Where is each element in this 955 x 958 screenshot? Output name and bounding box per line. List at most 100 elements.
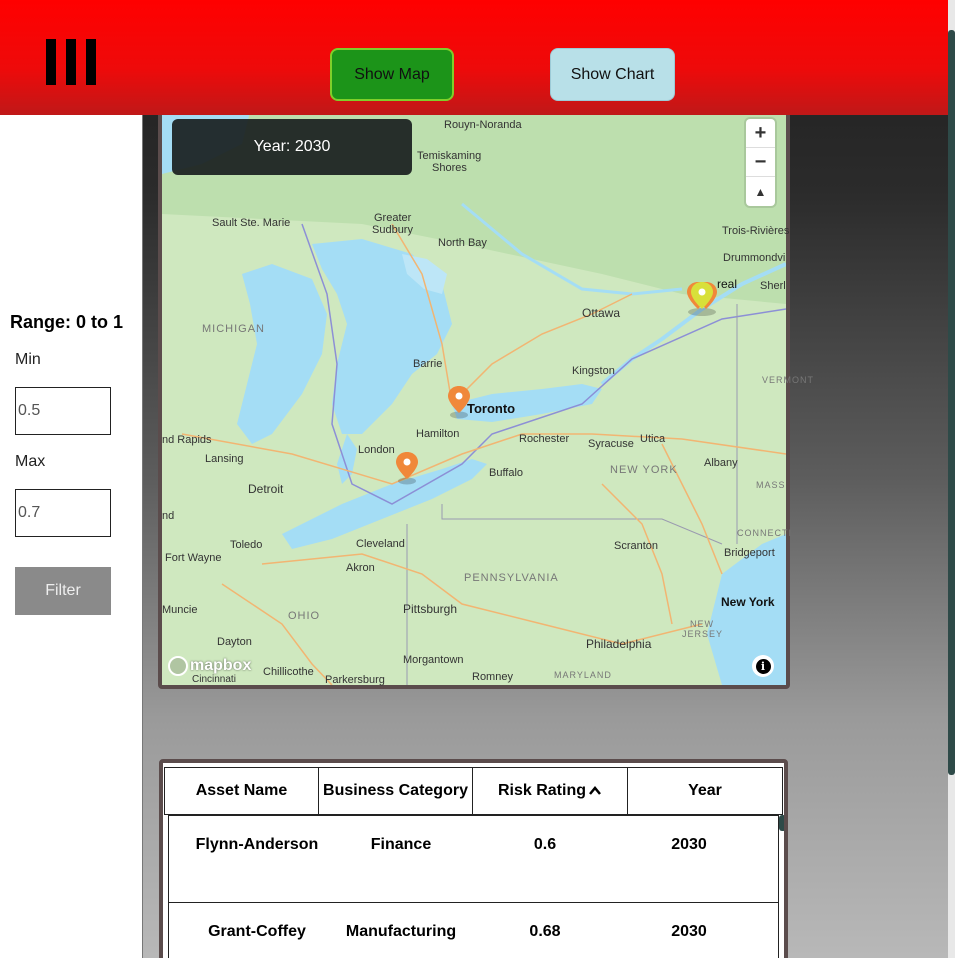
map-label: Philadelphia bbox=[586, 637, 652, 651]
map-label: Albany bbox=[704, 457, 738, 469]
app-header: Show Map Show Chart bbox=[0, 0, 948, 115]
map-label: MASS bbox=[756, 480, 786, 490]
filter-button[interactable]: Filter bbox=[15, 567, 111, 615]
mapbox-logo-text: mapbox bbox=[190, 657, 252, 674]
map-container[interactable] bbox=[158, 100, 790, 689]
map-label: Fort Wayne bbox=[165, 552, 222, 564]
map-label: VERMONT bbox=[762, 375, 814, 385]
table-scrollbar-thumb[interactable] bbox=[779, 815, 784, 831]
map-label: nd bbox=[162, 510, 175, 522]
map-label: Utica bbox=[640, 433, 666, 445]
map-label: MICHIGAN bbox=[202, 323, 265, 335]
map-label: Barrie bbox=[413, 358, 443, 370]
hamburger-menu-icon[interactable] bbox=[46, 39, 96, 85]
max-input[interactable] bbox=[15, 489, 111, 537]
year-overlay: Year: 2030 bbox=[172, 119, 412, 175]
show-map-button[interactable]: Show Map bbox=[330, 48, 454, 101]
map-label: Sault Ste. Marie bbox=[212, 217, 291, 229]
map-label: NEW YORK bbox=[610, 464, 678, 476]
show-chart-button[interactable]: Show Chart bbox=[550, 48, 675, 101]
map-label: Bridgeport bbox=[724, 547, 775, 559]
cell-risk-rating: 0.6 bbox=[533, 836, 557, 853]
map-label: PENNSYLVANIA bbox=[464, 572, 559, 584]
map-marker-cluster-icon[interactable] bbox=[684, 281, 720, 317]
map-label: Parkersburg bbox=[325, 674, 385, 686]
min-label: Min bbox=[15, 351, 41, 368]
cell-business-category: Finance bbox=[370, 836, 432, 853]
map-label: JERSEY bbox=[682, 629, 724, 639]
filter-sidebar: Range: 0 to 1 Min Max Filter bbox=[0, 115, 143, 958]
map-label: Toledo bbox=[230, 539, 263, 551]
map-label: NEW bbox=[690, 619, 714, 629]
menu-bar bbox=[66, 39, 76, 85]
cell-asset-name: Grant-Coffey bbox=[208, 923, 306, 940]
map-label: OHIO bbox=[288, 610, 321, 622]
map-label: Cleveland bbox=[356, 538, 405, 550]
max-label: Max bbox=[15, 453, 46, 470]
cell-business-category: Manufacturing bbox=[345, 923, 457, 940]
compass-button[interactable]: ▲ bbox=[746, 177, 775, 206]
map-label: Lansing bbox=[205, 453, 244, 465]
map-label: Morgantown bbox=[403, 654, 464, 666]
table-scrollbar-track[interactable] bbox=[779, 815, 784, 958]
risk-rating-label: Risk Rating bbox=[497, 782, 586, 799]
map-label: Buffalo bbox=[489, 467, 524, 479]
column-header-business-category[interactable]: Business Category bbox=[318, 767, 473, 815]
map-label: Kingston bbox=[572, 365, 615, 377]
map-label: CONNECTI bbox=[737, 528, 792, 538]
map-label: Akron bbox=[346, 562, 375, 574]
map-label: Drummondvi bbox=[723, 252, 786, 264]
map-label: Greater bbox=[374, 212, 412, 224]
map-label: Trois-Rivières bbox=[722, 225, 790, 237]
column-header-year[interactable]: Year bbox=[627, 767, 783, 815]
map-label: North Bay bbox=[438, 237, 487, 249]
table-row[interactable]: Flynn-Anderson Finance 0.6 2030 bbox=[168, 815, 779, 903]
zoom-in-button[interactable]: + bbox=[746, 119, 775, 148]
range-title: Range: 0 to 1 bbox=[10, 312, 124, 332]
info-icon: i bbox=[755, 658, 771, 674]
menu-bar bbox=[46, 39, 56, 85]
map-label: Hamilton bbox=[416, 428, 460, 440]
map-label: Syracuse bbox=[588, 438, 634, 450]
map-label: London bbox=[358, 444, 395, 456]
map-label: Toronto bbox=[467, 401, 516, 416]
page-scrollbar-thumb[interactable] bbox=[948, 30, 955, 775]
map-label: Chillicothe bbox=[263, 666, 314, 678]
map-label: Shores bbox=[432, 162, 467, 174]
cell-risk-rating: 0.68 bbox=[529, 923, 561, 940]
map-navigation-control: + − ▲ bbox=[746, 119, 775, 206]
map-label: Dayton bbox=[217, 636, 252, 648]
column-header-risk-rating[interactable]: Risk Rating bbox=[472, 767, 628, 815]
zoom-out-button[interactable]: − bbox=[746, 148, 775, 177]
map-label: Sherl bbox=[760, 280, 786, 292]
map-label: Muncie bbox=[162, 604, 198, 616]
chevron-up-icon bbox=[589, 786, 601, 795]
map-marker-pin-icon[interactable] bbox=[395, 451, 419, 485]
map-label: Ottawa bbox=[582, 306, 621, 320]
table-row[interactable]: Grant-Coffey Manufacturing 0.68 2030 bbox=[168, 902, 779, 958]
map-label: Romney bbox=[472, 671, 513, 683]
cell-year: 2030 bbox=[671, 836, 707, 853]
map-label: Scranton bbox=[614, 540, 659, 552]
map-label: Rouyn-Noranda bbox=[444, 119, 522, 131]
map-label: MARYLAND bbox=[554, 670, 612, 680]
map-canvas[interactable] bbox=[162, 104, 786, 685]
cell-asset-name: Flynn-Anderson bbox=[195, 836, 319, 853]
map-label: Temiskaming bbox=[417, 150, 482, 162]
map-label: Pittsburgh bbox=[403, 602, 458, 616]
column-header-asset-name[interactable]: Asset Name bbox=[164, 767, 319, 815]
min-input[interactable] bbox=[15, 387, 111, 435]
map-marker-pin-icon[interactable] bbox=[447, 385, 471, 419]
map-label: nd Rapids bbox=[162, 434, 212, 446]
map-label: real bbox=[717, 277, 738, 291]
map-label: New York bbox=[721, 595, 775, 609]
attribution-info-button[interactable]: i bbox=[752, 655, 774, 677]
cell-year: 2030 bbox=[671, 923, 707, 940]
map-label: Rochester bbox=[519, 433, 570, 445]
map-label: Detroit bbox=[248, 482, 284, 496]
map-label: Sudbury bbox=[372, 224, 413, 236]
asset-table: Asset Name Business Category Risk Rating… bbox=[159, 759, 788, 958]
mapbox-logo-icon bbox=[168, 656, 188, 676]
mapbox-logo[interactable]: mapbox bbox=[168, 656, 251, 676]
menu-bar bbox=[86, 39, 96, 85]
